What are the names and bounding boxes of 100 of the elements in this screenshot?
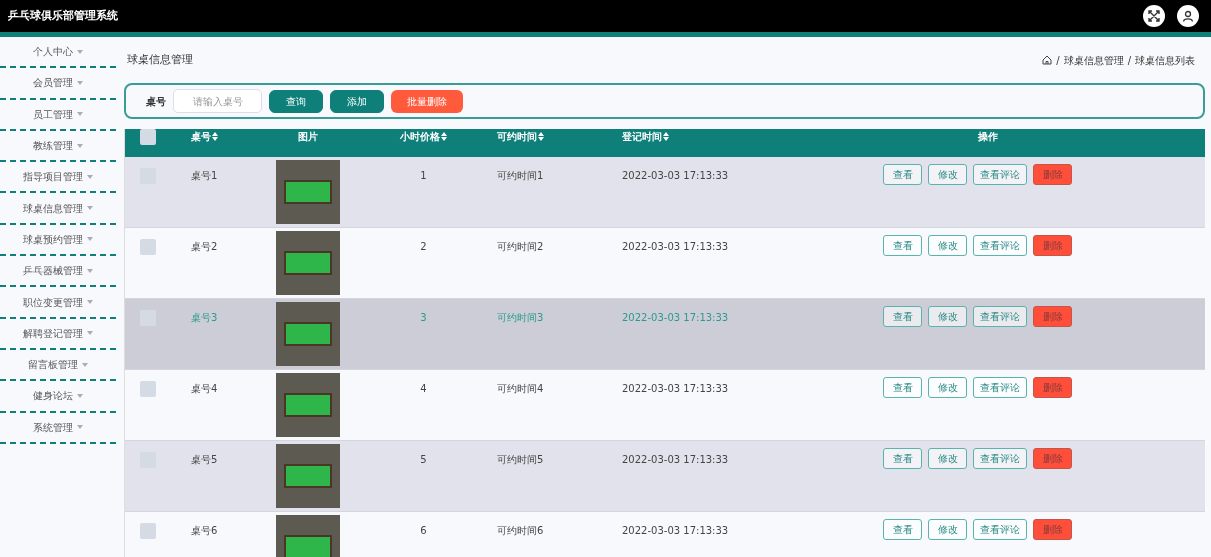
caret-icon (87, 237, 93, 242)
row-checkbox[interactable] (140, 239, 156, 255)
column-header: 操作 (978, 130, 998, 144)
table-cell-text: 3 (420, 311, 427, 325)
action-button[interactable]: 查看评论 (973, 448, 1027, 469)
sidebar-item[interactable]: 教练管理 (33, 138, 83, 154)
action-button[interactable]: 查看 (883, 519, 922, 540)
action-button[interactable]: 查看评论 (973, 377, 1027, 398)
action-button[interactable]: 修改 (928, 448, 967, 469)
table-row[interactable]: 桌号1 1 可约时间1 2022-03-03 17:13:33 查看 修改 查看评论 删除 (125, 157, 1205, 228)
sidebar-item[interactable]: 员工管理 (33, 106, 83, 122)
sidebar-item[interactable]: 球桌预约管理 (23, 231, 93, 247)
table-row[interactable]: 桌号5 5 可约时间5 2022-03-03 17:13:33 查看 修改 查看评论 删除 (125, 441, 1205, 512)
app-title: 乒乓球俱乐部管理系统 (8, 7, 118, 24)
table-row[interactable]: 桌号4 4 可约时间4 2022-03-03 17:13:33 查看 修改 查看评论 删除 (125, 370, 1205, 441)
fullscreen-icon[interactable] (1143, 5, 1165, 27)
action-button[interactable]: 删除 (1033, 448, 1072, 469)
photo-placeholder (276, 373, 340, 437)
table-cell-text: 5 (420, 453, 427, 467)
action-button[interactable]: 删除 (1033, 235, 1072, 256)
action-button[interactable]: 查看 (883, 377, 922, 398)
table-cell: 可约时间5 (497, 454, 544, 465)
caret-icon (87, 300, 93, 304)
toolbar-button[interactable]: 添加 (330, 89, 384, 113)
breadcrumb-link[interactable]: 球桌信息管理 (1063, 52, 1124, 68)
table-cell: 可约时间4 (497, 383, 544, 394)
action-button[interactable]: 修改 (928, 164, 967, 185)
caret-icon (77, 393, 83, 398)
sidebar-item[interactable]: 留言板管理 (28, 357, 88, 373)
sidebar-item[interactable]: 健身论坛 (33, 388, 83, 404)
sidebar-item[interactable]: 解聘登记管理 (23, 325, 93, 341)
caret-icon (82, 362, 88, 367)
table-cell: 可约时间2 (497, 241, 544, 252)
caret-icon (87, 174, 93, 179)
action-button[interactable]: 删除 (1033, 377, 1072, 398)
table-row[interactable]: 桌号2 2 可约时间2 2022-03-03 17:13:33 查看 修改 查看评论 删除 (125, 228, 1205, 299)
sort-icon[interactable] (663, 132, 669, 141)
search-field[interactable]: 请输入桌号 (173, 89, 262, 113)
action-button[interactable]: 查看 (883, 306, 922, 327)
toolbar-button[interactable]: 批量删除 (391, 89, 463, 113)
table-cell: 桌号5 (191, 454, 218, 465)
action-button[interactable]: 删除 (1033, 164, 1072, 185)
table-row[interactable]: 桌号3 3 可约时间3 2022-03-03 17:13:33 查看 修改 查看评论 删除 (125, 299, 1205, 370)
caret-icon (87, 268, 93, 273)
table-cell: 2022-03-03 17:13:33 (622, 241, 729, 252)
caret-icon (77, 425, 83, 430)
action-button[interactable]: 查看 (883, 164, 922, 185)
column-header: 小时价格 (400, 130, 440, 144)
sidebar-item[interactable]: 乒乓器械管理 (23, 263, 93, 279)
table-cell-text: 1 (420, 169, 427, 183)
action-button[interactable]: 删除 (1033, 306, 1072, 327)
photo-placeholder (276, 302, 340, 366)
action-button[interactable]: 查看 (883, 235, 922, 256)
caret-icon (77, 49, 83, 54)
home-icon[interactable] (1042, 55, 1053, 65)
action-button[interactable]: 修改 (928, 519, 967, 540)
photo-placeholder (276, 231, 340, 295)
column-header: 桌号 (191, 130, 211, 144)
row-checkbox[interactable] (140, 381, 156, 397)
action-button[interactable]: 查看评论 (973, 519, 1027, 540)
field-label: 桌号 (146, 94, 166, 109)
sidebar-item[interactable]: 会员管理 (33, 75, 83, 91)
row-checkbox[interactable] (140, 523, 156, 539)
photo-placeholder (276, 444, 340, 508)
caret-icon (77, 80, 83, 85)
table-cell: 2022-03-03 17:13:33 (622, 454, 729, 465)
photo-placeholder (276, 160, 340, 224)
action-button[interactable]: 查看评论 (973, 235, 1027, 256)
sidebar-item[interactable]: 职位变更管理 (23, 294, 93, 310)
table-cell: 2022-03-03 17:13:33 (622, 525, 729, 536)
select-all-checkbox[interactable] (140, 129, 156, 145)
action-button[interactable]: 查看 (883, 448, 922, 469)
user-icon[interactable] (1177, 5, 1199, 27)
sort-icon[interactable] (441, 132, 447, 141)
table-cell: 桌号4 (191, 383, 218, 394)
table-cell: 桌号2 (191, 241, 218, 252)
sidebar-item[interactable]: 个人中心 (33, 44, 83, 60)
action-button[interactable]: 删除 (1033, 519, 1072, 540)
table-cell: 可约时间1 (497, 170, 544, 181)
column-header: 可约时间 (497, 130, 537, 144)
action-button[interactable]: 修改 (928, 306, 967, 327)
caret-icon (87, 331, 93, 336)
table-cell: 桌号6 (191, 525, 218, 536)
sort-icon[interactable] (212, 132, 218, 141)
action-button[interactable]: 查看评论 (973, 306, 1027, 327)
table-cell: 可约时间3 (497, 312, 544, 323)
table-cell-text: 6 (420, 524, 427, 538)
toolbar-button[interactable]: 查询 (269, 89, 323, 113)
breadcrumb-link[interactable]: 球桌信息列表 (1135, 52, 1195, 68)
sidebar-item[interactable]: 系统管理 (33, 419, 83, 435)
sort-icon[interactable] (538, 132, 544, 141)
column-header: 登记时间 (622, 130, 662, 144)
sidebar-item[interactable]: 球桌信息管理 (23, 200, 93, 216)
sidebar-item[interactable]: 指导项目管理 (23, 169, 93, 185)
action-button[interactable]: 修改 (928, 235, 967, 256)
caret-icon (87, 206, 93, 211)
action-button[interactable]: 修改 (928, 377, 967, 398)
table-cell: 2022-03-03 17:13:33 (622, 170, 729, 181)
breadcrumb-separator: / (1127, 53, 1131, 68)
action-button[interactable]: 查看评论 (973, 164, 1027, 185)
